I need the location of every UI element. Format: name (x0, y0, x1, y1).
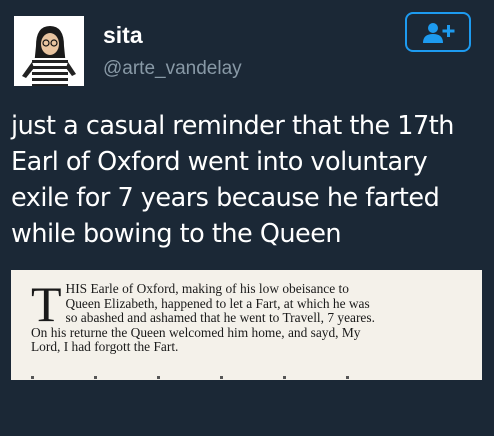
tweet-media-image[interactable]: T HIS Earle of Oxford, making of his low… (11, 270, 482, 380)
book-line: HIS Earle of Oxford, making of his low o… (65, 281, 349, 296)
dropcap-letter: T (31, 276, 62, 332)
tweet-text: just a casual reminder that the 17th Ear… (11, 111, 454, 249)
book-line: so abashed and ashamed that he went to T… (65, 310, 375, 326)
follow-button[interactable] (405, 12, 471, 52)
cropped-text-remnant (31, 366, 471, 380)
add-user-icon (423, 23, 455, 43)
book-line: Lord, I had forgott the Fart. (31, 339, 179, 355)
avatar[interactable] (14, 16, 84, 86)
tweet-card: sita @arte_vandelay just a casual remind… (0, 0, 494, 436)
book-excerpt: T HIS Earle of Oxford, making of his low… (31, 276, 471, 355)
book-line: Queen Elizabeth, happened to let a Fart,… (65, 295, 370, 311)
avatar-icon (14, 16, 84, 86)
display-name[interactable]: sita (103, 22, 143, 49)
user-handle[interactable]: @arte_vandelay (103, 58, 242, 80)
book-line: On his returne the Queen welcomed him ho… (31, 324, 361, 340)
